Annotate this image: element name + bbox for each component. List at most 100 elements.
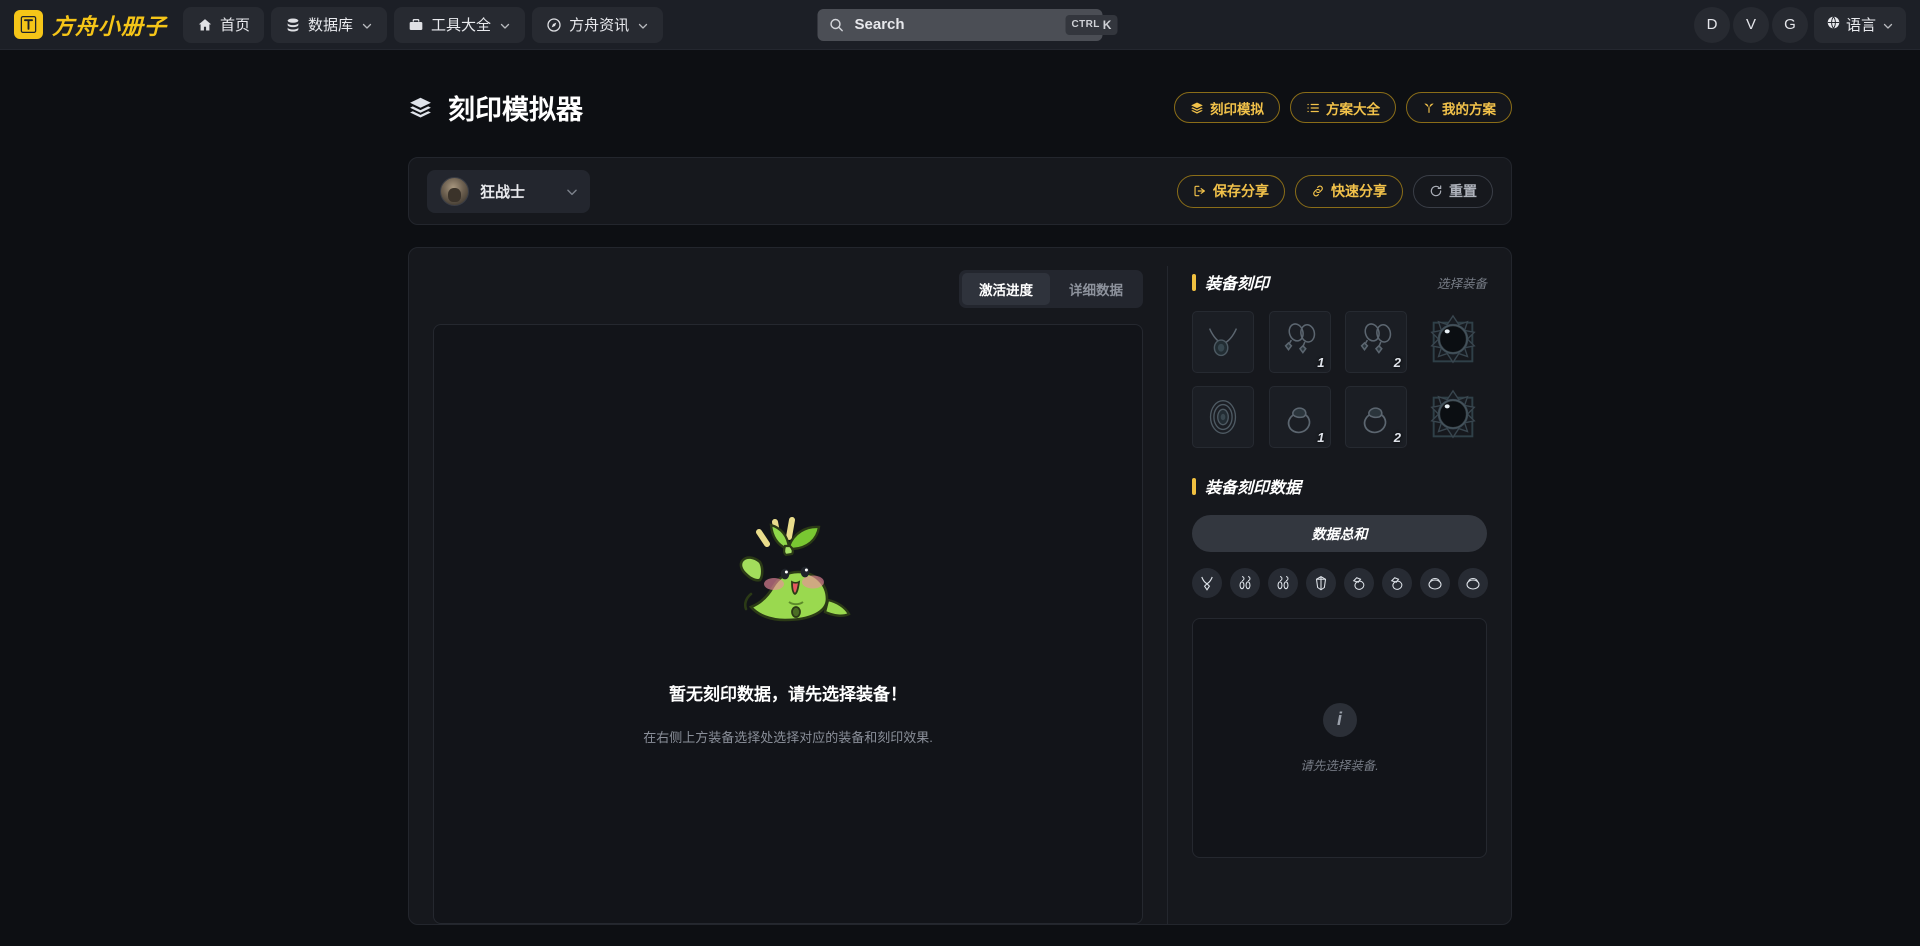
ability-stone-slot[interactable] <box>1192 386 1254 448</box>
earring-pair-icon[interactable] <box>1230 568 1260 598</box>
nav-item-database[interactable]: 数据库 <box>271 6 388 43</box>
tab-engraving-sim[interactable]: 刻印模拟 <box>1174 92 1280 123</box>
green-mascot-icon <box>713 502 863 642</box>
orb-icon <box>1424 313 1482 371</box>
class-name: 狂战士 <box>480 183 526 201</box>
necklace-icon[interactable] <box>1192 568 1222 598</box>
tab-detail-data[interactable]: 详细数据 <box>1052 273 1140 305</box>
search-box[interactable]: CTRL K <box>817 8 1118 41</box>
nav-item-news-label: 方舟资讯 <box>569 17 630 34</box>
empty-state-title: 暂无刻印数据，请先选择装备！ <box>669 685 907 704</box>
page-head-actions: 刻印模拟 方案大全 我的方案 <box>1174 92 1512 123</box>
layers-icon <box>1190 101 1204 115</box>
save-share-label: 保存分享 <box>1213 183 1269 199</box>
select-equipment-link[interactable]: 选择装备 <box>1437 273 1487 292</box>
ring-icon[interactable] <box>1344 568 1374 598</box>
necklace-slot[interactable] <box>1192 311 1254 373</box>
earring-slot-1[interactable]: 1 <box>1268 311 1331 373</box>
shortcut-key: K <box>1102 17 1112 32</box>
equipment-engraving-header: 装备刻印 选择装备 <box>1192 270 1487 294</box>
chevron-down-icon <box>637 19 649 31</box>
tab-activation-progress[interactable]: 激活进度 <box>962 273 1050 305</box>
empty-state-box: 暂无刻印数据，请先选择装备！ 在右侧上方装备选择处选择对应的装备和刻印效果. <box>433 324 1143 924</box>
right-column: 装备刻印 选择装备 1 2 1 2 装备刻印数据 数据总和 i 请先选择装备. <box>1167 266 1511 924</box>
info-icon: i <box>1322 702 1357 737</box>
list-icon <box>1306 101 1320 115</box>
nav-items: 首页 数据库 工具大全 方舟资讯 <box>183 6 664 43</box>
compass-icon <box>546 17 562 33</box>
view-tabs: 激活进度 详细数据 <box>959 270 1143 308</box>
discord-button[interactable]: D <box>1693 6 1730 43</box>
navbar-right: D V G 语言 <box>1693 6 1906 43</box>
nav-item-tools-label: 工具大全 <box>431 17 492 34</box>
database-icon <box>285 17 301 33</box>
bracelet-icon[interactable] <box>1420 568 1450 598</box>
class-selection-bar: 狂战士 保存分享 快速分享 重置 <box>408 157 1512 225</box>
layers-icon <box>408 95 433 120</box>
g-button[interactable]: G <box>1771 6 1808 43</box>
quick-share-label: 快速分享 <box>1331 183 1387 199</box>
equipment-engraving-title: 装备刻印 <box>1205 276 1270 293</box>
v-button[interactable]: V <box>1732 6 1769 43</box>
tab-all-builds[interactable]: 方案大全 <box>1290 92 1396 123</box>
search-input[interactable] <box>852 15 1058 34</box>
ability-stone-icon[interactable] <box>1306 568 1336 598</box>
earring-pair-alt-icon[interactable] <box>1268 568 1298 598</box>
top-navbar: 方舟小册子 首页 数据库 工具大全 方舟资讯 Search CTRL K D V… <box>0 0 1920 50</box>
necklace-icon <box>1200 319 1246 365</box>
save-share-button[interactable]: 保存分享 <box>1177 174 1285 208</box>
bracelet-alt-icon[interactable] <box>1458 568 1488 598</box>
reset-button[interactable]: 重置 <box>1413 174 1493 208</box>
tabs-row: 激活进度 详细数据 <box>433 266 1143 324</box>
page-header: 刻印模拟器 刻印模拟 方案大全 我的方案 <box>408 88 1512 127</box>
equipment-grid: 1 2 1 2 <box>1192 311 1487 448</box>
share-save-icon <box>1193 184 1207 198</box>
nav-item-database-label: 数据库 <box>308 17 354 34</box>
refresh-icon <box>1429 184 1443 198</box>
slot-index: 1 <box>1317 430 1325 445</box>
reset-label: 重置 <box>1449 183 1477 199</box>
section-accent-bar <box>1192 477 1196 495</box>
ark-logo-icon <box>14 10 43 39</box>
orb-slot-1[interactable] <box>1422 311 1484 373</box>
ability-stone-icon <box>1200 394 1246 440</box>
nav-item-tools[interactable]: 工具大全 <box>394 6 526 43</box>
page-title: 刻印模拟器 <box>408 88 583 127</box>
left-column: 激活进度 详细数据 暂无刻印数据，请先选择装备！ 在右侧上方装备选择处选择对应的… <box>409 266 1167 924</box>
chevron-down-icon <box>499 19 511 31</box>
class-select[interactable]: 狂战士 <box>427 169 590 213</box>
class-bar-actions: 保存分享 快速分享 重置 <box>1177 174 1493 208</box>
chevron-down-icon <box>361 19 373 31</box>
data-total-button[interactable]: 数据总和 <box>1192 515 1487 552</box>
tab-engraving-sim-label: 刻印模拟 <box>1210 101 1264 117</box>
slot-index: 2 <box>1393 430 1401 445</box>
tab-my-builds[interactable]: 我的方案 <box>1406 92 1512 123</box>
ring-icon <box>1277 394 1323 440</box>
shortcut-mod: CTRL <box>1071 19 1100 30</box>
ring-slot-1[interactable]: 1 <box>1268 386 1331 448</box>
ring-alt-icon[interactable] <box>1382 568 1412 598</box>
nav-item-home[interactable]: 首页 <box>183 6 265 43</box>
engraving-data-header: 装备刻印数据 <box>1192 474 1487 498</box>
berserker-avatar <box>440 176 469 206</box>
search-icon <box>829 17 845 33</box>
brand-name: 方舟小册子 <box>52 13 168 39</box>
globe-icon <box>1826 15 1841 34</box>
engraving-data-icon-row <box>1192 568 1488 598</box>
engraving-data-title: 装备刻印数据 <box>1205 480 1302 497</box>
language-button[interactable]: 语言 <box>1813 6 1906 43</box>
engraving-info-box: i 请先选择装备. <box>1192 618 1487 858</box>
toolbox-icon <box>408 17 424 33</box>
nav-item-news[interactable]: 方舟资讯 <box>532 6 664 43</box>
brand[interactable]: 方舟小册子 <box>14 9 167 41</box>
earring-icon <box>1277 319 1323 365</box>
info-text: 请先选择装备. <box>1300 758 1379 773</box>
earring-slot-2[interactable]: 2 <box>1345 311 1407 373</box>
page-container: 刻印模拟器 刻印模拟 方案大全 我的方案 狂战士 保存分享 快速分享 重置 激活… <box>408 50 1512 925</box>
quick-share-button[interactable]: 快速分享 <box>1295 174 1403 208</box>
chevron-down-icon <box>1882 19 1894 31</box>
ring-icon <box>1353 394 1399 440</box>
ring-slot-2[interactable]: 2 <box>1345 386 1407 448</box>
orb-slot-2[interactable] <box>1422 386 1484 448</box>
tab-all-builds-label: 方案大全 <box>1326 101 1380 117</box>
